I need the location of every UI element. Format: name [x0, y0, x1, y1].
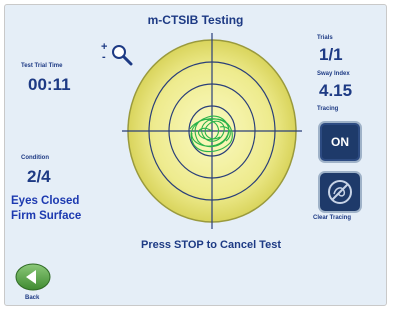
test-screen: m-CTSIB Testing Test Trial Time 00:11 Co… [4, 4, 387, 306]
tracing-label: Tracing [317, 106, 339, 112]
test-trial-time-label: Test Trial Time [21, 63, 63, 69]
condition-line-2: Firm Surface [11, 210, 82, 222]
back-button[interactable] [15, 263, 51, 291]
page-title: m-CTSIB Testing [147, 13, 244, 27]
clear-tracing-label: Clear Tracing [313, 215, 352, 221]
test-trial-time-value: 00:11 [28, 75, 71, 94]
sway-index-value: 4.15 [319, 81, 353, 100]
sway-target [122, 33, 302, 229]
sway-index-label: Sway Index [317, 71, 350, 77]
condition-value: 2/4 [27, 167, 51, 186]
back-arrow-icon [15, 263, 51, 291]
cancel-test-message: Press STOP to Cancel Test [140, 239, 281, 251]
condition-line-1: Eyes Closed [11, 195, 80, 207]
back-label: Back [25, 295, 40, 301]
clear-tracing-button[interactable] [318, 171, 362, 213]
condition-label: Condition [21, 155, 49, 161]
trials-label: Trials [317, 35, 333, 41]
trials-value: 1/1 [319, 45, 343, 64]
clear-trace-icon [328, 180, 352, 204]
zoom-minus-label: - [102, 51, 106, 63]
tracing-on-button[interactable]: ON [318, 121, 362, 163]
